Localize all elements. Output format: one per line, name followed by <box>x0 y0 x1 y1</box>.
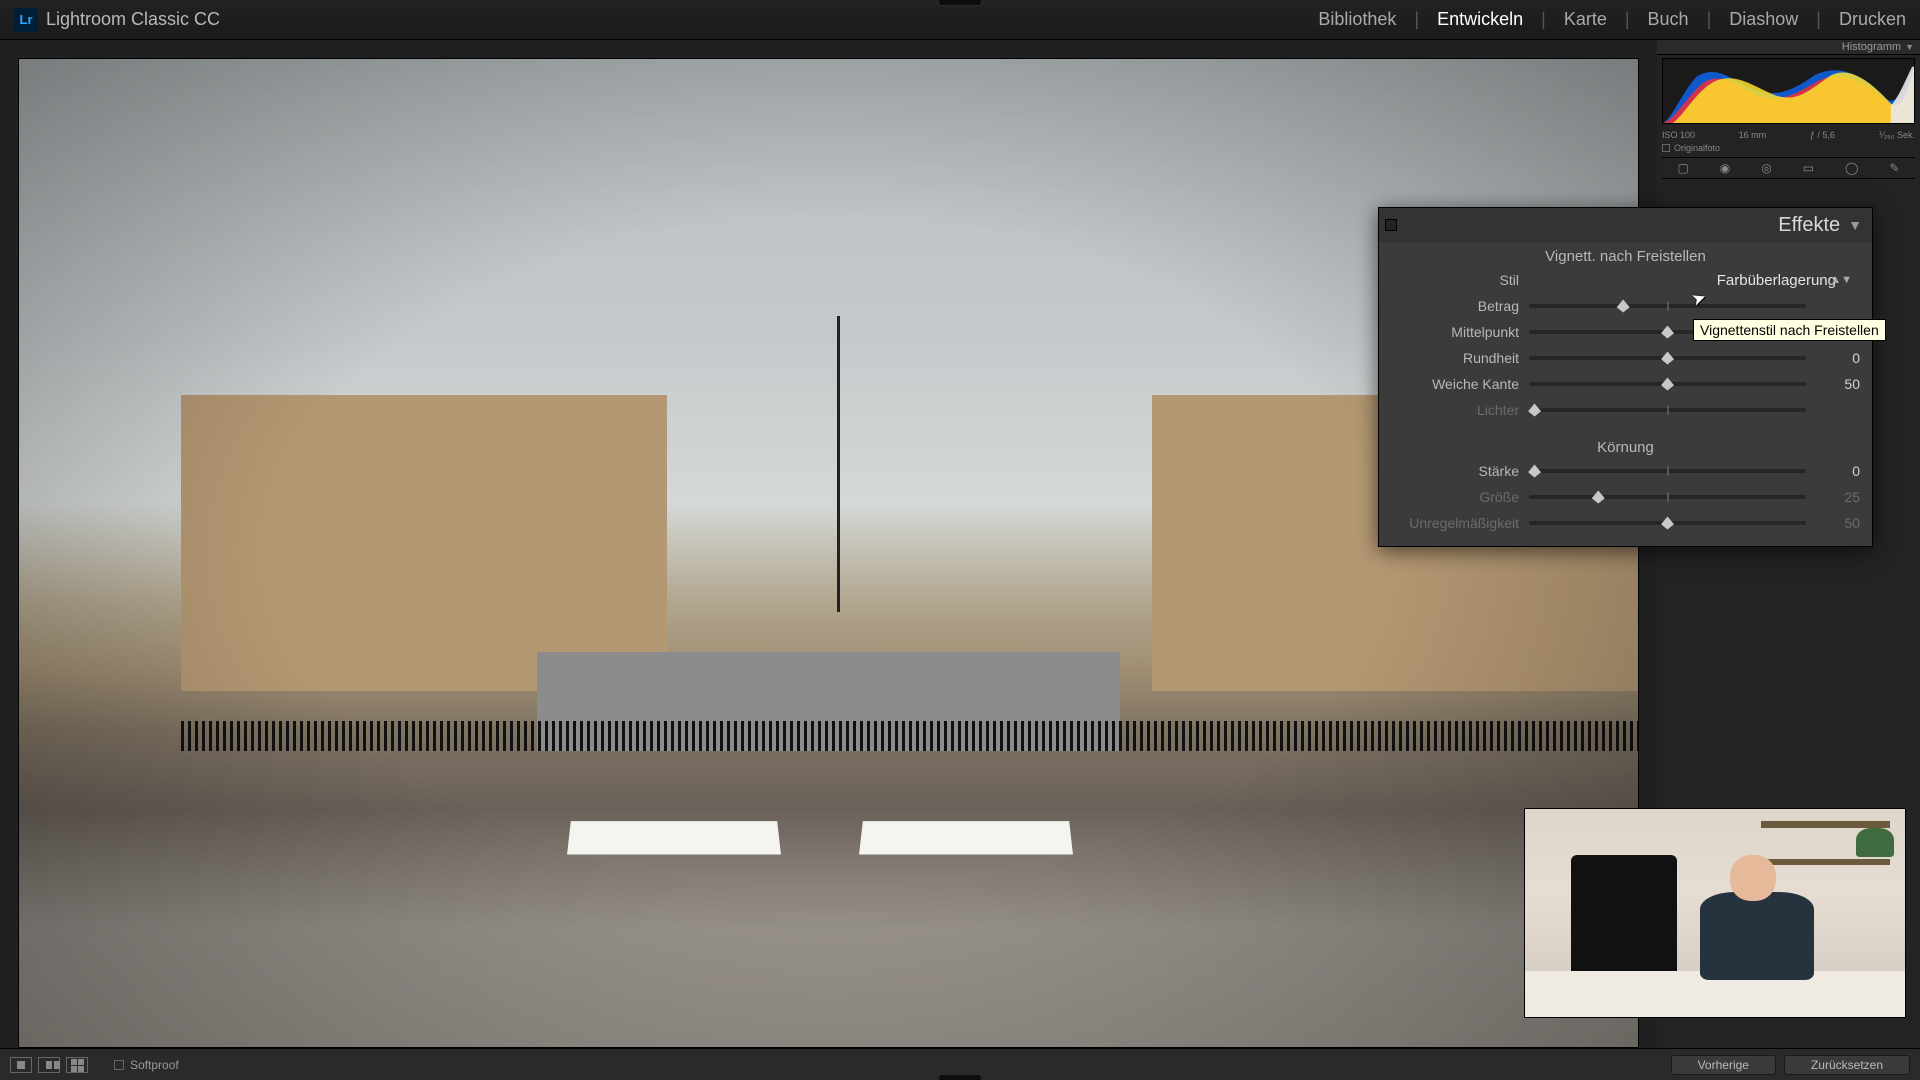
dropdown-arrow-icon: ▲▼ <box>1830 274 1852 286</box>
module-slideshow[interactable]: Diashow <box>1729 9 1798 30</box>
slider-label: Lichter <box>1379 402 1529 418</box>
pip-shelf <box>1761 859 1890 865</box>
app-badge: Lr <box>14 8 38 32</box>
previous-button[interactable]: Vorherige <box>1671 1055 1776 1075</box>
slider-label: Stärke <box>1379 463 1529 479</box>
original-photo-label: Originalfoto <box>1674 143 1720 153</box>
grain-heading: Körnung <box>1379 433 1872 458</box>
bottom-right-controls: Vorherige Zurücksetzen <box>1671 1055 1910 1075</box>
module-map[interactable]: Karte <box>1564 9 1607 30</box>
redeye-tool-icon[interactable]: ◎ <box>1761 161 1771 175</box>
softproof-checkbox[interactable] <box>114 1060 124 1070</box>
slider-track[interactable] <box>1529 469 1806 473</box>
histogram-box[interactable] <box>1662 58 1915 124</box>
module-develop[interactable]: Entwickeln <box>1437 9 1523 30</box>
slider-label: Weiche Kante <box>1379 376 1529 392</box>
module-print[interactable]: Drucken <box>1839 9 1906 30</box>
app-title: Lightroom Classic CC <box>46 9 220 30</box>
slider-groesse: Größe 25 <box>1379 484 1872 510</box>
histogram-meta: ISO 100 16 mm ƒ / 5,6 ⅟₂₅₀ Sek. <box>1662 127 1915 143</box>
window-notch-top <box>938 0 982 6</box>
slider-value: 50 <box>1816 515 1860 531</box>
bottom-left-controls: Softproof <box>10 1057 179 1073</box>
original-photo-checkbox[interactable] <box>1662 144 1670 152</box>
module-library[interactable]: Bibliothek <box>1318 9 1396 30</box>
grad-tool-icon[interactable]: ▭ <box>1803 161 1814 175</box>
softproof-label: Softproof <box>130 1058 179 1072</box>
slider-track <box>1529 521 1806 525</box>
tooltip: Vignettenstil nach Freistellen <box>1693 319 1886 341</box>
vignette-style-dropdown[interactable]: Farbüberlagerung ▲▼ <box>1529 272 1860 289</box>
slider-track[interactable] <box>1529 382 1806 386</box>
slider-label: Unregelmäßigkeit <box>1379 515 1529 531</box>
slider-weiche-kante: Weiche Kante 50 <box>1379 371 1872 397</box>
chevron-down-icon[interactable]: ▼ <box>1905 42 1914 52</box>
slider-track <box>1529 408 1806 412</box>
effects-titlebar[interactable]: Effekte ▼ <box>1379 208 1872 242</box>
slider-rundheit: Rundheit 0 <box>1379 345 1872 371</box>
window-notch-bottom <box>938 1074 982 1080</box>
view-grid-icon[interactable] <box>66 1057 88 1073</box>
effects-panel[interactable]: Effekte ▼ Vignett. nach Freistellen Stil… <box>1378 207 1873 547</box>
brush-tool-icon[interactable]: ✎ <box>1889 161 1899 175</box>
spot-tool-icon[interactable]: ◉ <box>1720 161 1730 175</box>
slider-label: Größe <box>1379 489 1529 505</box>
module-book[interactable]: Buch <box>1648 9 1689 30</box>
pip-shelf <box>1761 821 1890 827</box>
chevron-down-icon[interactable]: ▼ <box>1848 217 1862 233</box>
module-picker: Bibliothek| Entwickeln| Karte| Buch| Dia… <box>1318 9 1906 30</box>
slider-track[interactable] <box>1529 356 1806 360</box>
slider-value: 25 <box>1816 489 1860 505</box>
slider-value[interactable]: 0 <box>1816 350 1860 366</box>
original-photo-row[interactable]: Originalfoto <box>1662 143 1915 153</box>
effects-title: Effekte <box>1778 214 1840 237</box>
vignette-style-value: Farbüberlagerung <box>1717 272 1836 289</box>
slider-betrag: Betrag <box>1379 293 1872 319</box>
pip-plant <box>1856 828 1894 857</box>
slider-label: Betrag <box>1379 298 1529 314</box>
histogram-plot <box>1663 59 1914 123</box>
reset-button[interactable]: Zurücksetzen <box>1784 1055 1910 1075</box>
slider-track <box>1529 495 1806 499</box>
slider-lichter: Lichter <box>1379 397 1872 423</box>
pip-person-head <box>1730 855 1776 901</box>
histogram-header[interactable]: Histogramm ▼ <box>1657 40 1920 55</box>
slider-unregel: Unregelmäßigkeit 50 <box>1379 510 1872 536</box>
meta-shutter: ⅟₂₅₀ Sek. <box>1879 130 1915 141</box>
meta-iso: ISO 100 <box>1662 130 1695 140</box>
pip-person-body <box>1700 892 1814 979</box>
slider-label: Mittelpunkt <box>1379 324 1529 340</box>
brand: Lr Lightroom Classic CC <box>14 8 220 32</box>
slider-label: Rundheit <box>1379 350 1529 366</box>
slider-value[interactable]: 0 <box>1816 463 1860 479</box>
tool-strip: ▢ ◉ ◎ ▭ ◯ ✎ <box>1662 157 1915 179</box>
slider-track[interactable] <box>1529 304 1806 308</box>
slider-value[interactable]: 50 <box>1816 376 1860 392</box>
crop-tool-icon[interactable]: ▢ <box>1677 161 1688 175</box>
histogram-title: Histogramm <box>1842 41 1901 53</box>
webcam-pip <box>1524 808 1906 1018</box>
view-compare-icon[interactable] <box>38 1057 60 1073</box>
meta-focal: 16 mm <box>1739 130 1767 140</box>
slider-staerke: Stärke 0 <box>1379 458 1872 484</box>
top-bar: Lr Lightroom Classic CC Bibliothek| Entw… <box>0 0 1920 40</box>
vignette-style-label: Stil <box>1379 272 1529 288</box>
pip-monitor <box>1571 855 1677 980</box>
meta-aperture: ƒ / 5,6 <box>1810 130 1835 140</box>
radial-tool-icon[interactable]: ◯ <box>1845 161 1858 175</box>
panel-toggle-switch[interactable] <box>1385 219 1397 231</box>
vignette-heading: Vignett. nach Freistellen <box>1379 242 1872 267</box>
vignette-style-row: Stil Farbüberlagerung ▲▼ <box>1379 267 1872 293</box>
view-single-icon[interactable] <box>10 1057 32 1073</box>
